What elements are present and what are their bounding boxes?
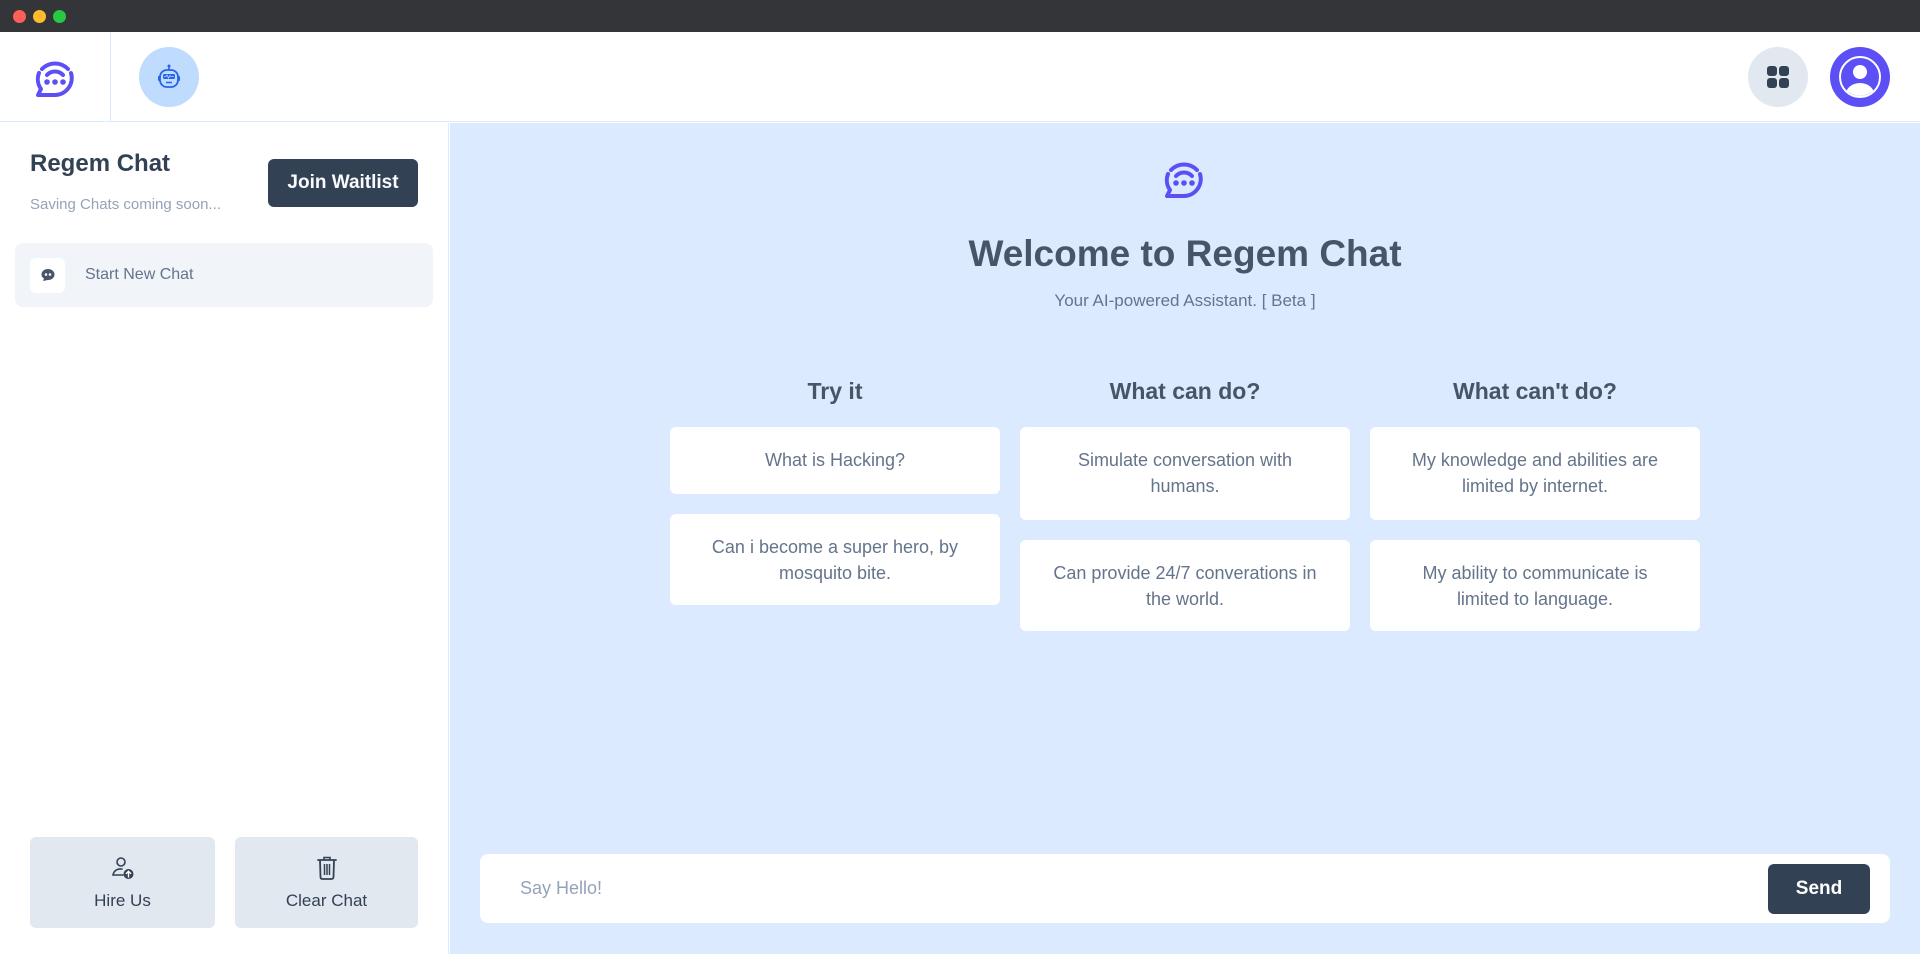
profile-button[interactable]: [1830, 47, 1890, 107]
join-waitlist-button[interactable]: Join Waitlist: [268, 159, 418, 207]
chat-main: Welcome to Regem Chat Your AI-powered As…: [450, 123, 1920, 954]
window-close-button[interactable]: [13, 10, 26, 23]
user-upload-icon: [111, 856, 133, 879]
user-circle-icon: [1839, 56, 1881, 98]
column-try-it: Try it What is Hacking? Can i become a s…: [670, 377, 1000, 625]
column-heading: What can't do?: [1453, 378, 1617, 404]
start-new-chat-button[interactable]: Start New Chat: [15, 243, 433, 307]
trash-icon: [316, 856, 337, 880]
clear-chat-label: Clear Chat: [285, 890, 368, 910]
capability-card: Simulate conversation with humans.: [1020, 427, 1350, 520]
robot-icon: [158, 64, 180, 88]
limitation-card: My ability to communicate is limited to …: [1370, 540, 1700, 631]
logo-link[interactable]: [32, 54, 78, 100]
chat-icon: [30, 257, 65, 293]
start-new-chat-label: Start New Chat: [85, 266, 194, 283]
window-minimize-button[interactable]: [33, 10, 46, 23]
bot-button[interactable]: [139, 47, 199, 107]
limitation-card: My knowledge and abilities are limited b…: [1370, 427, 1700, 520]
sidebar-title: Regem Chat: [30, 150, 171, 177]
window-maximize-button[interactable]: [53, 10, 66, 23]
send-button[interactable]: Send: [1768, 864, 1870, 914]
sidebar-subtitle: Saving Chats coming soon...: [30, 196, 221, 213]
welcome-title: Welcome to Regem Chat: [968, 233, 1402, 274]
prompt-card[interactable]: What is Hacking?: [670, 427, 1000, 494]
header-divider: [110, 32, 111, 122]
message-composer: Send: [480, 854, 1890, 923]
column-what-can-do: What can do? Simulate conversation with …: [1020, 377, 1350, 651]
apps-button[interactable]: [1748, 47, 1808, 107]
chat-bubble-logo-icon: [35, 61, 74, 97]
grid-icon: [1767, 66, 1789, 88]
welcome-tagline: Your AI-powered Assistant. [ Beta ]: [1054, 291, 1316, 310]
prompt-card[interactable]: Can i become a super hero, by mosquito b…: [670, 514, 1000, 605]
chat-bubble-logo-icon: [1164, 162, 1203, 198]
window-titlebar: [0, 0, 1920, 32]
capability-card: Can provide 24/7 converations in the wor…: [1020, 540, 1350, 631]
sidebar: Regem Chat Saving Chats coming soon... J…: [0, 123, 449, 954]
top-header: [0, 32, 1920, 122]
hire-us-label: Hire Us: [94, 890, 151, 910]
column-heading: Try it: [807, 378, 863, 404]
message-input[interactable]: [520, 854, 1720, 923]
hire-us-button[interactable]: Hire Us: [30, 837, 215, 928]
column-heading: What can do?: [1109, 378, 1261, 404]
column-what-cant-do: What can't do? My knowledge and abilitie…: [1370, 377, 1700, 651]
clear-chat-button[interactable]: Clear Chat: [235, 837, 418, 928]
